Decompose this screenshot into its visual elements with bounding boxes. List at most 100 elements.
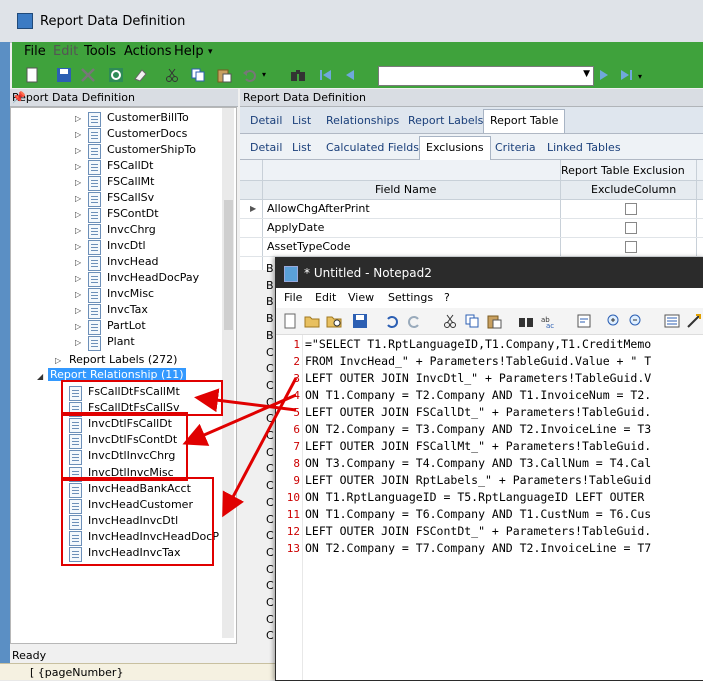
tree-node[interactable]: InvcChrg — [107, 223, 156, 236]
paste-icon[interactable] — [216, 67, 232, 83]
code-line[interactable]: LEFT OUTER JOIN FSContDt_" + Parameters!… — [305, 524, 651, 538]
first-record-icon[interactable] — [318, 67, 334, 83]
save-icon[interactable] — [352, 313, 368, 329]
expand-icon[interactable]: ▷ — [75, 226, 81, 235]
notepad-menu-settings[interactable]: Settings — [388, 291, 433, 304]
collapse-icon[interactable]: ◢ — [37, 372, 43, 381]
code-line[interactable]: LEFT OUTER JOIN FSCallMt_" + Parameters!… — [305, 439, 651, 453]
undo-icon[interactable] — [384, 313, 400, 329]
record-selector-combo[interactable]: ▼ — [378, 66, 594, 86]
expand-icon[interactable]: ▷ — [75, 178, 81, 187]
menu-edit[interactable]: Edit — [53, 44, 78, 59]
menu-tools[interactable]: Tools — [84, 44, 116, 59]
notepad-menu-edit[interactable]: Edit — [315, 291, 336, 304]
customize-icon[interactable] — [686, 313, 702, 329]
tree-node[interactable]: InvcTax — [107, 303, 148, 316]
notepad-menu-file[interactable]: File — [284, 291, 302, 304]
tab-report-table[interactable]: Report Table — [483, 109, 566, 133]
table-row[interactable]: AssetTypeCode — [240, 238, 703, 257]
expand-icon[interactable]: ▷ — [75, 258, 81, 267]
expand-icon[interactable]: ▷ — [75, 130, 81, 139]
zoom-out-icon[interactable] — [628, 313, 644, 329]
expand-icon[interactable]: ▷ — [75, 242, 81, 251]
expand-icon[interactable]: ▷ — [75, 194, 81, 203]
tree-node[interactable]: Plant — [107, 335, 135, 348]
open-icon[interactable] — [304, 313, 320, 329]
row-selector-icon[interactable]: ▶ — [250, 204, 256, 213]
word-wrap-icon[interactable] — [576, 313, 592, 329]
browse-icon[interactable] — [326, 313, 342, 329]
tree-node-report-labels[interactable]: Report Labels (272) — [69, 353, 177, 366]
expand-icon[interactable]: ▷ — [75, 146, 81, 155]
code-line[interactable]: LEFT OUTER JOIN RptLabels_" + Parameters… — [305, 473, 651, 487]
cut-icon[interactable] — [442, 313, 458, 329]
delete-icon[interactable] — [80, 67, 96, 83]
copy-icon[interactable] — [190, 67, 206, 83]
expand-icon[interactable]: ▷ — [75, 274, 81, 283]
column-header-excludecolumn[interactable]: ExcludeColumn — [591, 183, 676, 196]
code-line[interactable]: ON T1.RptLanguageID = T5.RptLanguageID L… — [305, 490, 644, 504]
menu-file[interactable]: File — [24, 44, 46, 59]
expand-icon[interactable]: ▷ — [55, 356, 61, 365]
column-header-field-name[interactable]: Field Name — [375, 183, 436, 196]
new-icon[interactable] — [24, 67, 40, 83]
expand-icon[interactable]: ▷ — [75, 162, 81, 171]
field-name-cell[interactable]: AllowChgAfterPrint — [267, 202, 370, 215]
table-row[interactable]: ApplyDate — [240, 219, 703, 238]
undo-dropdown-icon[interactable]: ▾ — [262, 70, 278, 86]
redo-icon[interactable] — [406, 313, 422, 329]
binoculars-icon[interactable] — [290, 67, 306, 83]
refresh-icon[interactable] — [108, 67, 124, 83]
tree-node[interactable]: PartLot — [107, 319, 146, 332]
tree-node[interactable]: InvcDtl — [107, 239, 146, 252]
code-line[interactable]: ON T1.Company = T2.Company AND T1.Invoic… — [305, 388, 651, 402]
replace-icon[interactable]: abac — [540, 313, 556, 329]
zoom-in-icon[interactable] — [606, 313, 622, 329]
save-icon[interactable] — [56, 67, 72, 83]
tab-report-labels[interactable]: Report Labels — [408, 114, 483, 127]
scrollbar-thumb[interactable] — [224, 200, 233, 330]
previous-record-icon[interactable] — [342, 67, 358, 83]
exclude-checkbox[interactable] — [625, 241, 637, 253]
table-row[interactable]: ▶ AllowChgAfterPrint — [240, 200, 703, 219]
menu-help[interactable]: Help — [174, 44, 204, 59]
tree-node[interactable]: InvcHeadDocPay — [107, 271, 199, 284]
expand-icon[interactable]: ▷ — [75, 306, 81, 315]
next-record-icon[interactable] — [596, 67, 612, 83]
tab-detail[interactable]: Detail — [250, 114, 282, 127]
vertical-scrollbar[interactable] — [222, 108, 234, 638]
scheme-icon[interactable] — [664, 313, 680, 329]
code-line[interactable]: ON T1.Company = T6.Company AND T1.CustNu… — [305, 507, 651, 521]
toolbar-overflow-icon[interactable]: ▾ — [638, 72, 654, 88]
subtab-criteria[interactable]: Criteria — [495, 141, 536, 154]
clear-icon[interactable] — [132, 67, 148, 83]
paste-icon[interactable] — [486, 313, 502, 329]
tree-node[interactable]: CustomerDocs — [107, 127, 187, 140]
copy-icon[interactable] — [464, 313, 480, 329]
subtab-calculated-fields[interactable]: Calculated Fields — [326, 141, 419, 154]
menu-actions[interactable]: Actions — [124, 44, 172, 59]
last-record-icon[interactable] — [618, 67, 634, 83]
tab-list[interactable]: List — [292, 114, 311, 127]
expand-icon[interactable]: ▷ — [75, 290, 81, 299]
subtab-detail[interactable]: Detail — [250, 141, 282, 154]
tree-node[interactable]: InvcHead — [107, 255, 159, 268]
exclude-checkbox[interactable] — [625, 203, 637, 215]
tab-relationships[interactable]: Relationships — [326, 114, 399, 127]
code-line[interactable]: FROM InvcHead_" + Parameters!TableGuid.V… — [305, 354, 651, 368]
exclude-checkbox[interactable] — [625, 222, 637, 234]
tree-node[interactable]: CustomerShipTo — [107, 143, 196, 156]
subtab-list[interactable]: List — [292, 141, 311, 154]
field-name-cell[interactable]: ApplyDate — [267, 221, 324, 234]
chevron-down-icon[interactable]: ▼ — [583, 69, 590, 79]
tree-node[interactable]: CustomerBillTo — [107, 111, 189, 124]
subtab-exclusions[interactable]: Exclusions — [419, 136, 491, 160]
field-name-cell[interactable]: AssetTypeCode — [267, 240, 351, 253]
tree-node[interactable]: FSCallMt — [107, 175, 154, 188]
pin-icon[interactable]: 📌 — [12, 91, 234, 104]
tree-node[interactable]: FSContDt — [107, 207, 159, 220]
code-line[interactable]: LEFT OUTER JOIN InvcDtl_" + Parameters!T… — [305, 371, 651, 385]
expand-icon[interactable]: ▷ — [75, 114, 81, 123]
expand-icon[interactable]: ▷ — [75, 338, 81, 347]
code-line[interactable]: ON T2.Company = T7.Company AND T2.Invoic… — [305, 541, 651, 555]
